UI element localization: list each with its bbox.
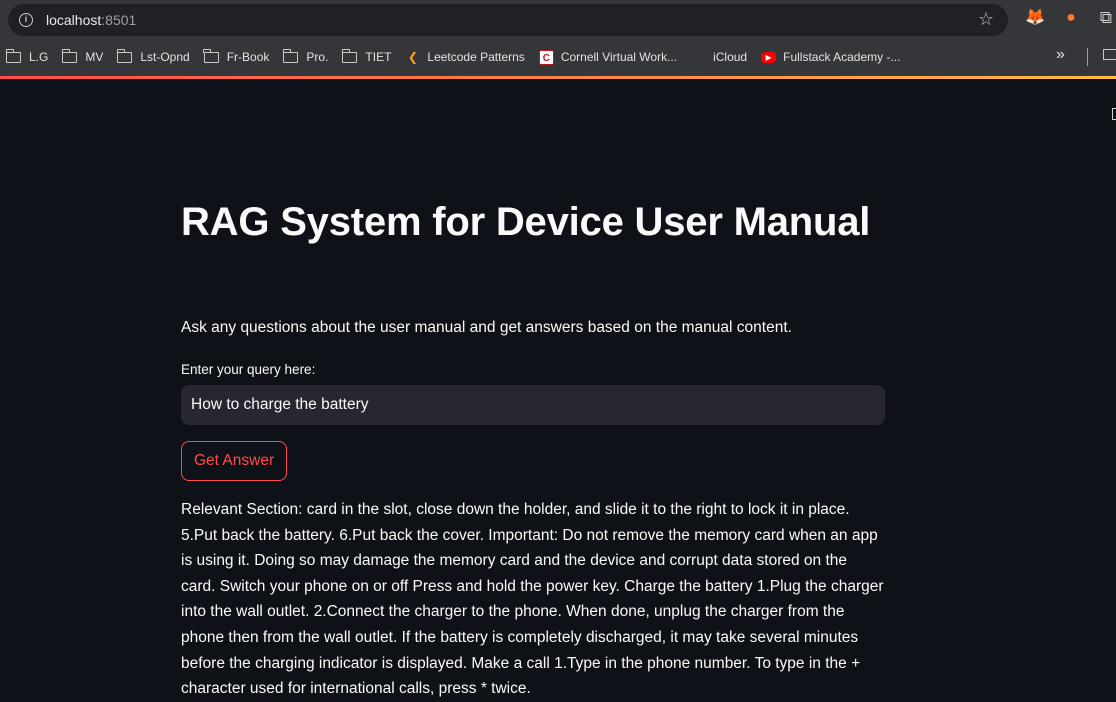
- extension-icon[interactable]: ●: [1061, 8, 1081, 28]
- bookmark-label: Fullstack Academy -...: [783, 50, 901, 64]
- bookmark-folder-fr-book[interactable]: Fr-Book: [198, 44, 278, 70]
- bookmark-folder-mv[interactable]: MV: [56, 44, 111, 70]
- bookmark-folder-lst-opnd[interactable]: Lst-Opnd: [111, 44, 197, 70]
- bookmark-label: Pro.: [306, 50, 329, 64]
- bookmark-folder-tiet[interactable]: TIET: [336, 44, 399, 70]
- extensions-puzzle-icon[interactable]: ⧉: [1096, 8, 1116, 28]
- folder-icon: [5, 48, 21, 63]
- url-port: :8501: [101, 12, 137, 28]
- bookmark-star-icon[interactable]: ☆: [978, 9, 994, 30]
- youtube-icon: ▶: [761, 51, 777, 63]
- bookmark-fullstack[interactable]: ▶ Fullstack Academy -...: [755, 44, 908, 70]
- bookmark-label: Leetcode Patterns: [427, 50, 525, 64]
- browser-chrome: i localhost:8501 ☆ 🦊 ● ⧉ L.G MV Lst-Opnd…: [0, 0, 1116, 79]
- bookmark-label: L.G: [29, 50, 49, 64]
- page-description: Ask any questions about the user manual …: [181, 319, 792, 336]
- bookmark-label: MV: [85, 50, 104, 64]
- folder-icon: [203, 48, 219, 63]
- url-text[interactable]: localhost:8501: [46, 12, 136, 28]
- folder-icon: [61, 48, 78, 63]
- more-bookmarks-chevron-icon[interactable]: »: [1056, 46, 1065, 64]
- app-main: RAG System for Device User Manual Ask an…: [0, 79, 1116, 697]
- folder-icon: [341, 48, 358, 63]
- folder-icon: [282, 48, 299, 63]
- bookmark-cornell[interactable]: C Cornell Virtual Work...: [533, 44, 685, 70]
- bookmark-leetcode-patterns[interactable]: ❮ Leetcode Patterns: [399, 44, 532, 70]
- address-bar[interactable]: i localhost:8501 ☆: [8, 4, 1008, 36]
- site-info-icon[interactable]: i: [19, 13, 33, 27]
- bookmark-label: TIET: [365, 50, 392, 64]
- bookmarks-divider: [1087, 48, 1088, 66]
- url-host: localhost: [46, 12, 102, 28]
- app-menu-icon[interactable]: [1112, 108, 1116, 120]
- answer-text: Relevant Section: card in the slot, clos…: [181, 501, 884, 698]
- bookmark-folder-pro[interactable]: Pro.: [277, 44, 336, 70]
- bookmark-label: Lst-Opnd: [140, 50, 190, 64]
- bookmark-label: Cornell Virtual Work...: [560, 50, 678, 64]
- cornell-icon: C: [538, 49, 554, 65]
- bookmark-label: iCloud: [713, 50, 748, 64]
- query-label: Enter your query here:: [181, 362, 316, 377]
- folder-icon: [116, 48, 133, 63]
- leetcode-icon: ❮: [407, 49, 418, 64]
- bookmarks-bar: L.G MV Lst-Opnd Fr-Book Pro. TIET ❮ Leet…: [0, 42, 1116, 72]
- query-input[interactable]: [181, 385, 885, 425]
- metamask-extension-icon[interactable]: 🦊: [1025, 8, 1045, 28]
- page-title: RAG System for Device User Manual: [181, 200, 871, 244]
- bookmark-label: Fr-Book: [226, 50, 270, 64]
- get-answer-button[interactable]: Get Answer: [181, 441, 288, 481]
- bookmark-folder-lg[interactable]: L.G: [0, 44, 56, 70]
- bookmark-icloud[interactable]: iCloud: [685, 44, 755, 70]
- apple-icon: [691, 50, 706, 65]
- all-bookmarks-folder-icon[interactable]: [1103, 49, 1116, 60]
